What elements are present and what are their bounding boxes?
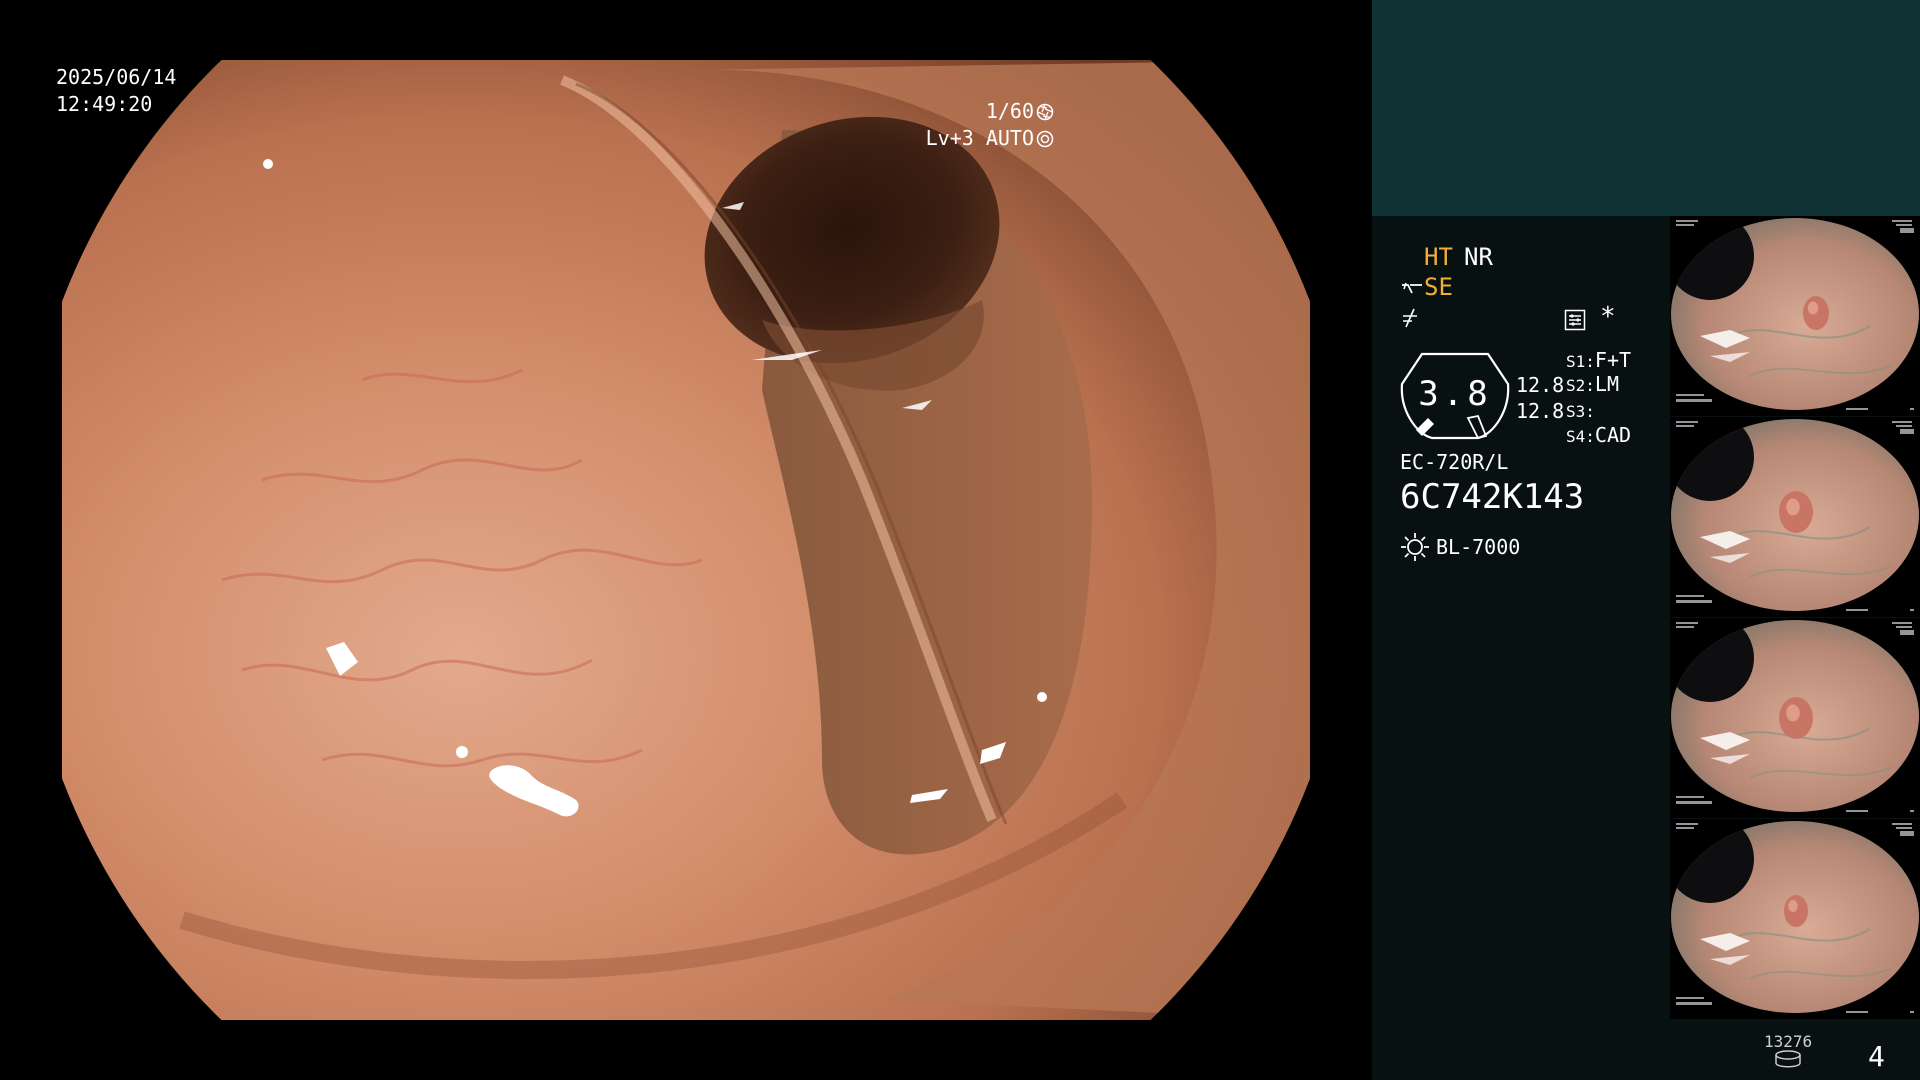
ht-indicator: HT <box>1424 243 1453 271</box>
time-text: 12:49:20 <box>56 92 153 116</box>
date-text: 2025/06/14 <box>56 65 177 89</box>
switch-s3: S3: <box>1566 398 1595 424</box>
switch-value: LM <box>1594 372 1619 396</box>
disk-icon <box>1774 1050 1802 1068</box>
main-endoscope-view: 2025/06/14 12:49:20 1/60 Lv+3 AUTO <box>0 0 1372 1080</box>
thumbnail-image <box>1670 819 1920 1019</box>
thumbnail-frame[interactable] <box>1670 618 1920 818</box>
thumbnail-frame[interactable] <box>1670 417 1920 617</box>
thumbnail-image <box>1670 216 1920 416</box>
notch-icon <box>1400 306 1420 328</box>
switch-s2: S2:LM <box>1566 372 1619 398</box>
storage-count: 13276 <box>1764 1032 1813 1051</box>
scope-model: EC-720R/L <box>1400 450 1509 474</box>
gauge-readout-2: 12.8 <box>1516 399 1565 423</box>
aperture-icon <box>1036 103 1054 121</box>
thumbnail-strip <box>1670 216 1920 1020</box>
colon-lumen-image <box>62 60 1310 1020</box>
light-source: BL-7000 <box>1436 535 1521 559</box>
level-text: Lv+3 AUTO <box>925 126 1034 150</box>
switch-value: CAD <box>1594 423 1632 447</box>
switch-s4: S4:CAD <box>1566 423 1631 449</box>
status-panel <box>1372 216 1670 1080</box>
page-number: 4 <box>1868 1040 1885 1073</box>
switch-key: S2: <box>1566 376 1595 395</box>
se-indicator: SE <box>1424 273 1453 301</box>
endoscope-image <box>62 60 1310 1020</box>
switch-value: F+T <box>1594 348 1632 372</box>
exposure-readout: 1/60 Lv+3 AUTO <box>926 98 1054 152</box>
thumbnail-image <box>1670 417 1920 617</box>
mode-icon <box>1564 308 1586 331</box>
switch-key: S4: <box>1566 427 1595 446</box>
right-panel: HT NR SE * 3.8 12.8 12.8 S1:F+T S2:LM S3… <box>1372 0 1920 1080</box>
star-indicator: * <box>1600 302 1616 332</box>
switch-key: S1: <box>1566 352 1595 371</box>
nr-indicator: NR <box>1464 243 1493 271</box>
scope-serial: 6C742K143 <box>1400 477 1585 517</box>
gauge-value: 3.8 <box>1418 374 1492 414</box>
top-strip <box>1372 0 1920 216</box>
thumbnail-image <box>1670 618 1920 818</box>
sun-icon <box>1400 532 1430 562</box>
iris-icon <box>1036 130 1054 148</box>
switch-s1: S1:F+T <box>1566 348 1631 374</box>
switch-key: S3: <box>1566 402 1595 421</box>
datetime-readout: 2025/06/14 12:49:20 <box>56 64 176 118</box>
shutter-speed-text: 1/60 <box>985 99 1034 123</box>
thumbnail-frame[interactable] <box>1670 216 1920 416</box>
thumbnail-frame[interactable] <box>1670 819 1920 1019</box>
se-icon <box>1400 276 1424 296</box>
